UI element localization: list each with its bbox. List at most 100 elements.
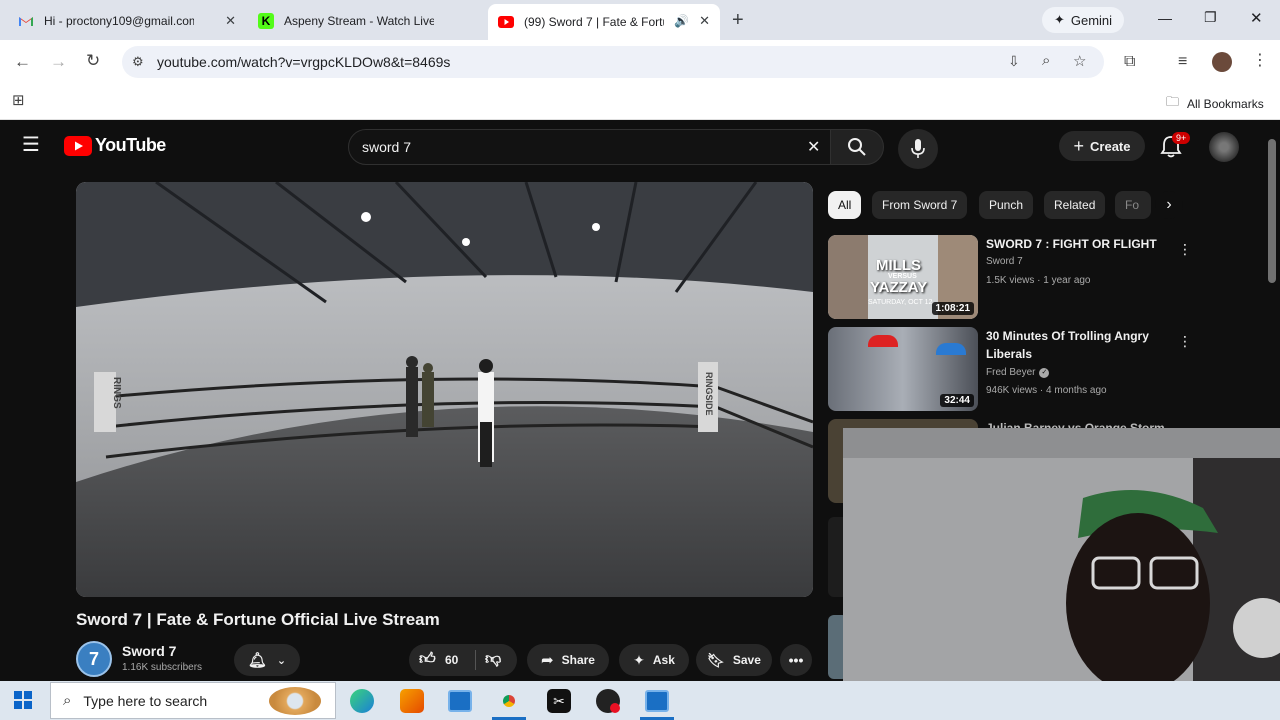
ask-label: Ask xyxy=(652,653,675,667)
dislike-icon[interactable]: 👎︎ xyxy=(485,650,501,669)
ring-text-left: RINGS xyxy=(111,377,122,409)
video-title: Sword 7 | Fate & Fortune Official Live S… xyxy=(76,610,440,629)
notifications-button[interactable]: 9+ xyxy=(1160,132,1191,163)
recommendation-channel-row[interactable]: Fred Beyer ✓ xyxy=(986,367,1050,378)
voice-search-button[interactable] xyxy=(898,129,938,169)
search-icon xyxy=(848,138,866,156)
bookmark-star-icon[interactable]: ☆ xyxy=(1073,52,1086,70)
recommendation-item[interactable]: 32:44 30 Minutes Of Trolling Angry Liber… xyxy=(828,327,1192,413)
more-horizontal-icon: ••• xyxy=(788,652,804,668)
site-info-icon[interactable]: ⚙ xyxy=(132,54,144,70)
fl-studio-icon[interactable] xyxy=(400,689,424,713)
chip-punch[interactable]: Punch xyxy=(979,191,1034,219)
thumb-figure-left xyxy=(828,235,868,319)
thumbnail[interactable]: MILLS VERSUS YAZZAY SATURDAY, OCT 12 1:0… xyxy=(828,235,978,319)
webcam-overlay xyxy=(843,428,1280,720)
share-button[interactable]: ➦ Share xyxy=(527,644,609,676)
address-bar[interactable]: ⚙ youtube.com/watch?v=vrgpcKLDOw8&t=8469… xyxy=(122,46,1104,78)
save-button[interactable]: 🔖︎ Save xyxy=(696,644,772,676)
kebab-menu-icon[interactable]: ⋮ xyxy=(1178,333,1192,350)
youtube-logo-icon xyxy=(64,135,92,156)
hamburger-menu-icon[interactable]: ☰ xyxy=(22,135,40,155)
channel-name[interactable]: Sword 7 xyxy=(122,643,176,659)
thumbnail[interactable]: 32:44 xyxy=(828,327,978,411)
thumb-text-top: MILLS xyxy=(876,257,921,274)
more-actions-button[interactable]: ••• xyxy=(780,644,812,676)
account-avatar[interactable] xyxy=(1209,132,1239,162)
zoom-icon[interactable]: ⌕ xyxy=(1042,52,1050,69)
app-window-icon-2[interactable] xyxy=(645,690,669,712)
thumb-blue-cap xyxy=(936,343,966,355)
close-icon[interactable]: ✕ xyxy=(699,13,710,29)
recommendation-meta: 1.5K views · 1 year ago xyxy=(986,275,1091,286)
youtube-icon xyxy=(498,14,514,30)
like-icon[interactable]: 👍︎ xyxy=(419,650,436,669)
close-icon[interactable]: ✕ xyxy=(225,13,236,29)
chip-all[interactable]: All xyxy=(828,191,862,219)
edge-icon[interactable] xyxy=(350,689,374,713)
chips-next-icon[interactable]: › xyxy=(1155,191,1183,219)
capcut-icon[interactable]: ✂ xyxy=(547,689,571,713)
install-icon[interactable]: ⇩ xyxy=(1008,53,1020,70)
chrome-menu-icon[interactable]: ⋮ xyxy=(1252,53,1268,69)
back-icon[interactable]: ← xyxy=(14,53,31,70)
search-input[interactable]: sword 7 xyxy=(362,139,411,155)
tab-gmail[interactable]: Hi - proctony109@gmail.com - ✕ xyxy=(8,6,246,36)
url-text[interactable]: youtube.com/watch?v=vrgpcKLDOw8&t=8469s xyxy=(157,54,450,70)
search-button[interactable] xyxy=(830,129,884,165)
recommendation-channel[interactable]: Sword 7 xyxy=(986,256,1023,267)
all-bookmarks-label: All Bookmarks xyxy=(1187,97,1264,111)
plus-icon: + xyxy=(1073,135,1085,156)
speaker-icon[interactable]: 🔊 xyxy=(674,14,689,28)
recommendation-channel[interactable]: Fred Beyer xyxy=(986,367,1035,378)
obs-icon[interactable] xyxy=(596,689,620,713)
search-box[interactable]: sword 7 ✕ xyxy=(348,129,838,165)
media-control-icon[interactable]: ≡ xyxy=(1178,54,1187,70)
bell-icon: 🔔︎ xyxy=(247,652,267,669)
recommendation-title[interactable]: Julian Barney vs Orange Storm xyxy=(986,419,1166,428)
video-frame: RINGS RINGSIDE xyxy=(76,182,813,597)
tab-youtube[interactable]: (99) Sword 7 | Fate & Fortun 🔊 ✕ xyxy=(488,4,720,40)
taskbar-search-input[interactable]: Type here to search xyxy=(83,693,207,709)
ring-text-right: RINGSIDE xyxy=(704,372,714,416)
recommendation-item[interactable]: MILLS VERSUS YAZZAY SATURDAY, OCT 12 1:0… xyxy=(828,235,1192,321)
taskbar-search-box[interactable]: ⌕ Type here to search xyxy=(50,682,336,719)
tab-title: Hi - proctony109@gmail.com - xyxy=(44,14,194,28)
channel-avatar[interactable]: 7 xyxy=(76,641,112,677)
video-player[interactable]: RINGS RINGSIDE xyxy=(76,182,813,597)
tab-search-icon[interactable]: ⧉ xyxy=(1124,54,1135,70)
gemini-label: Gemini xyxy=(1070,12,1113,28)
chip-from-sword-7[interactable]: From Sword 7 xyxy=(872,191,968,219)
window-close-button[interactable]: ✕ xyxy=(1250,9,1263,27)
app-window-icon[interactable] xyxy=(448,690,472,712)
page-scrollbar[interactable] xyxy=(1268,139,1276,283)
tab-kick[interactable]: K Aspeny Stream - Watch Live on xyxy=(248,6,486,36)
forward-icon[interactable]: → xyxy=(50,53,67,70)
create-button[interactable]: + Create xyxy=(1059,131,1145,161)
reload-icon[interactable]: ↻ xyxy=(86,52,100,69)
chrome-icon[interactable] xyxy=(497,689,521,713)
chip-related[interactable]: Related xyxy=(1044,191,1106,219)
profile-avatar[interactable] xyxy=(1212,52,1232,72)
save-label: Save xyxy=(732,653,761,667)
windows-start-icon[interactable] xyxy=(14,691,32,714)
divider xyxy=(475,650,476,670)
ask-button[interactable]: ✦ Ask xyxy=(619,644,689,676)
minimize-button[interactable]: — xyxy=(1158,10,1172,26)
subscription-bell-button[interactable]: 🔔︎ ⌄ xyxy=(234,644,300,676)
recommendation-title[interactable]: SWORD 7 : FIGHT OR FLIGHT xyxy=(986,235,1166,253)
chip-fo[interactable]: Fo xyxy=(1115,191,1151,219)
tab-title: Aspeny Stream - Watch Live on xyxy=(284,14,434,28)
recommendation-title[interactable]: 30 Minutes Of Trolling Angry Liberals xyxy=(986,327,1166,363)
gemini-button[interactable]: ✦ Gemini xyxy=(1042,7,1124,33)
youtube-logo[interactable]: YouTube xyxy=(64,135,166,156)
like-count[interactable]: 60 xyxy=(445,653,458,667)
bookmarks-bar: ⊞ 🗀 All Bookmarks xyxy=(0,84,1280,120)
all-bookmarks-button[interactable]: 🗀 All Bookmarks xyxy=(1166,93,1264,115)
new-tab-button[interactable]: + xyxy=(732,10,744,30)
share-icon: ➦ xyxy=(541,652,554,669)
clear-search-icon[interactable]: ✕ xyxy=(807,137,820,157)
kebab-menu-icon[interactable]: ⋮ xyxy=(1178,241,1192,258)
apps-grid-icon[interactable]: ⊞ xyxy=(12,93,25,109)
restore-button[interactable]: ❐ xyxy=(1204,9,1217,26)
